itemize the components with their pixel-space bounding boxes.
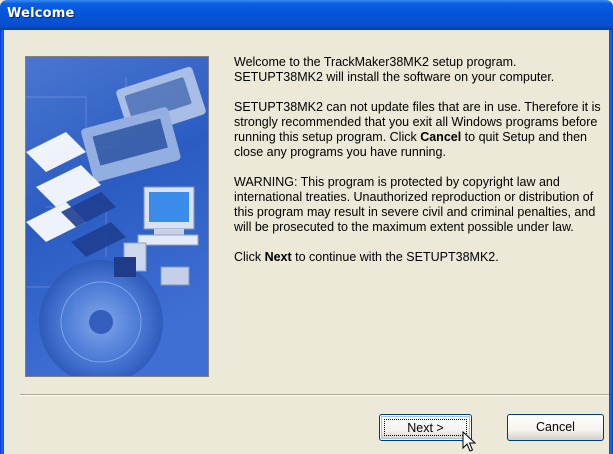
setup-banner-image: [25, 56, 209, 377]
window-frame-right: [609, 30, 613, 454]
next-emphasis: Next: [264, 250, 292, 264]
warning-paragraph: WARNING: This program is protected by co…: [234, 175, 596, 234]
button-separator: [20, 394, 609, 396]
cancel-emphasis: Cancel: [420, 130, 462, 144]
next-button-label: Next >: [384, 419, 467, 436]
next-button[interactable]: Next >: [379, 414, 472, 441]
continue-paragraph: Click Next to continue with the SETUPT38…: [234, 250, 604, 265]
arrow-cursor-icon: [462, 431, 476, 452]
window-frame-left: [0, 30, 4, 454]
welcome-text: Welcome to the TrackMaker38MK2 setup pro…: [234, 55, 604, 280]
intro-paragraph: Welcome to the TrackMaker38MK2 setup pro…: [234, 55, 555, 84]
setup-dialog: Welcome Welcome to the TrackMaker38MK2 s…: [0, 0, 613, 454]
title-bar[interactable]: Welcome: [0, 0, 613, 30]
window-title: Welcome: [7, 6, 75, 21]
para4-text-b: to continue with the SETUPT38MK2.: [291, 250, 499, 264]
para4-text-a: Click: [234, 250, 265, 264]
files-in-use-paragraph: SETUPT38MK2 can not update files that ar…: [234, 100, 604, 160]
cancel-button[interactable]: Cancel: [507, 414, 604, 441]
